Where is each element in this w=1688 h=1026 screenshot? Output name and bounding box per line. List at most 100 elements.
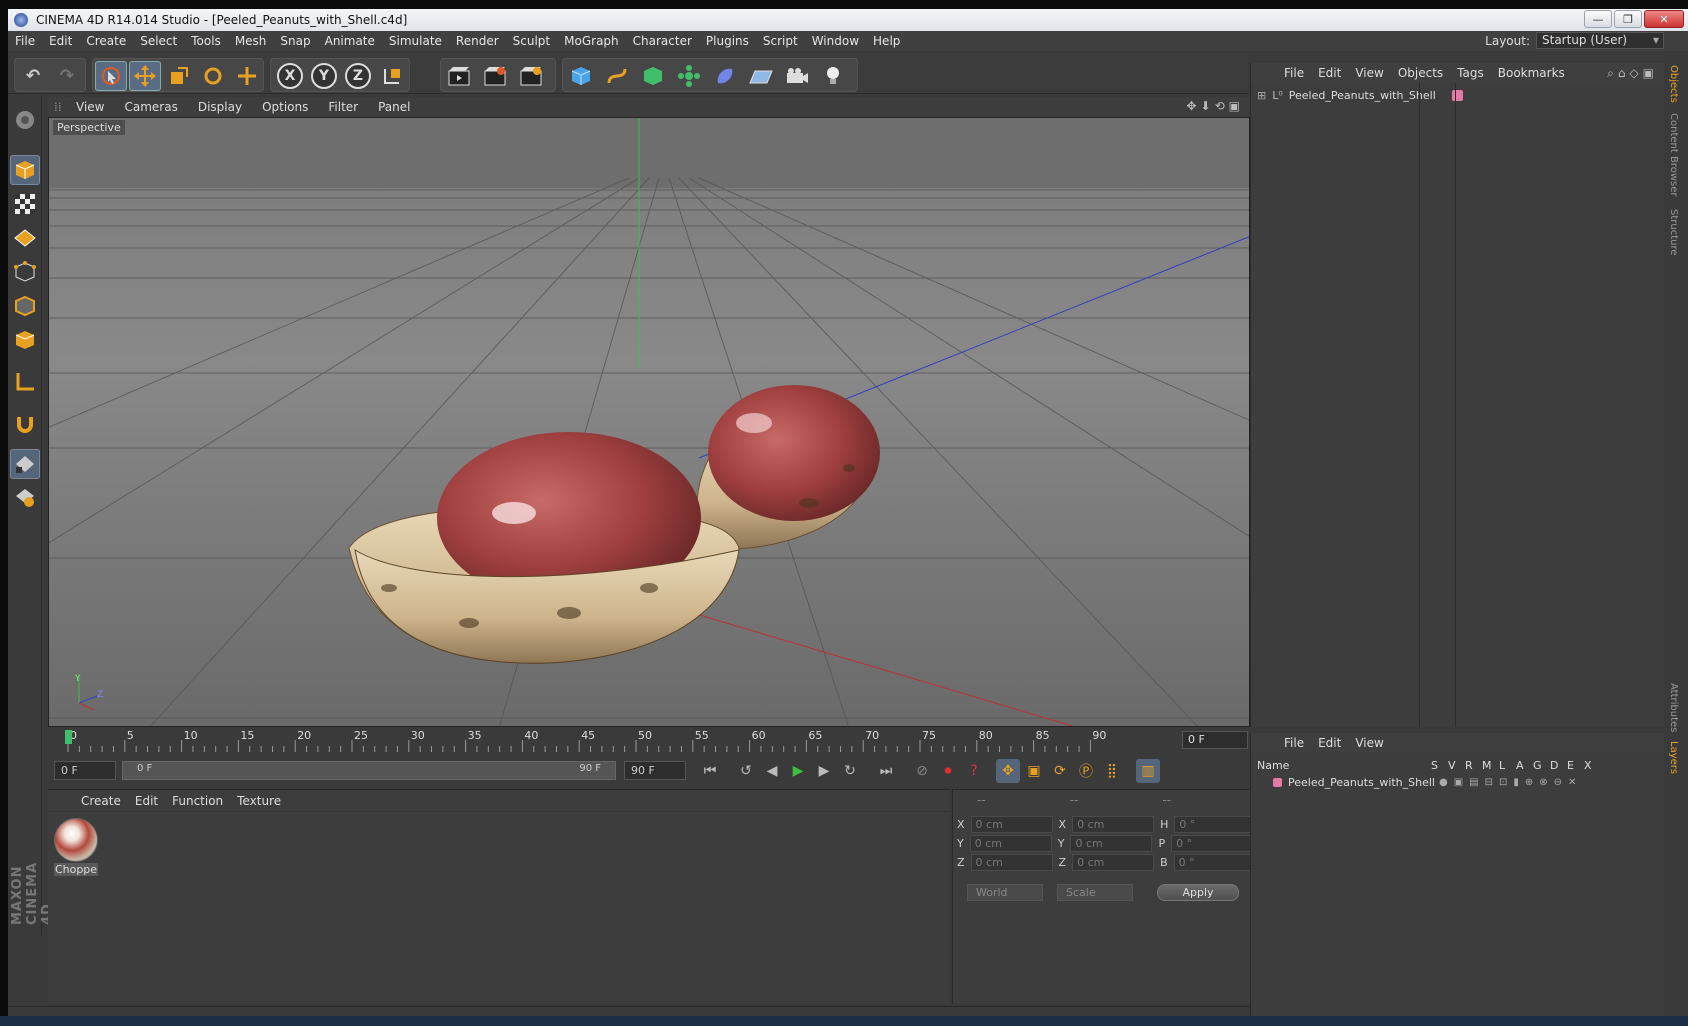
viewport-menu-panel[interactable]: Panel [368,100,420,114]
object-menu-tags[interactable]: Tags [1450,66,1491,80]
viewport-menu-filter[interactable]: Filter [318,100,368,114]
layer-menu-edit[interactable]: Edit [1311,736,1348,750]
layout-select[interactable]: Startup (User) [1536,32,1664,49]
start-frame-field[interactable]: 0 F [54,761,116,780]
tab-structure[interactable]: Structure [1668,209,1679,256]
menu-mesh[interactable]: Mesh [228,34,274,48]
object-menu-view[interactable]: View [1348,66,1390,80]
menu-script[interactable]: Script [756,34,805,48]
material-swatch[interactable]: Choppe [54,818,98,878]
object-menu-file[interactable]: File [1277,66,1311,80]
material-tag-icon[interactable] [1451,90,1463,101]
object-tree-item[interactable]: ⊞ L⁰ Peeled_Peanuts_with_Shell [1257,89,1463,102]
record-keys-icon[interactable]: ⊘ [910,759,934,783]
rotate-tool-icon[interactable] [197,61,229,91]
apply-button[interactable]: Apply [1157,884,1239,901]
key-scale-icon[interactable]: ▣ [1022,759,1046,783]
layer-menu-file[interactable]: File [1277,736,1311,750]
minimize-button[interactable]: — [1584,10,1612,28]
y-axis-lock-button[interactable]: Y [308,61,340,91]
viewport-menu-cameras[interactable]: Cameras [114,100,187,114]
coordinate-system-icon[interactable] [376,61,408,91]
timeline-window-icon[interactable]: ▥ [1136,759,1160,783]
camera-icon[interactable] [781,61,813,91]
model-mode-icon[interactable] [10,155,40,185]
keyframe-selection-icon[interactable]: ? [962,759,986,783]
texture-mode-icon[interactable] [10,189,40,219]
autokey-icon[interactable]: ⏺ [936,759,960,783]
menu-sculpt[interactable]: Sculpt [506,34,557,48]
playhead-marker[interactable] [65,730,72,744]
tab-layers[interactable]: Layers [1668,741,1679,774]
add-tool-icon[interactable] [231,61,263,91]
size-z-field[interactable]: 0 cm [1072,854,1155,871]
key-pla-icon[interactable]: ⣿ [1100,759,1124,783]
current-frame-field[interactable]: 0 F [1182,731,1248,749]
go-to-start-icon[interactable]: ⏮ [698,759,722,783]
material-menu-edit[interactable]: Edit [128,794,165,808]
go-to-end-icon[interactable]: ⏭ [874,759,898,783]
key-parameter-icon[interactable]: Ⓟ [1074,759,1098,783]
menu-select[interactable]: Select [133,34,184,48]
spline-icon[interactable] [601,61,633,91]
close-button[interactable]: ✕ [1644,10,1684,28]
object-menu-bookmarks[interactable]: Bookmarks [1491,66,1572,80]
menu-plugins[interactable]: Plugins [699,34,756,48]
menu-file[interactable]: File [8,34,42,48]
perspective-viewport[interactable]: Perspective Y Z [48,117,1250,727]
material-menu-function[interactable]: Function [165,794,230,808]
menu-tools[interactable]: Tools [184,34,228,48]
edges-mode-icon[interactable] [10,291,40,321]
material-menu-create[interactable]: Create [74,794,128,808]
viewport-menu-view[interactable]: View [66,100,114,114]
previous-frame-icon[interactable]: ◀ [760,759,784,783]
magnet-tweak-icon[interactable] [10,409,40,439]
menu-render[interactable]: Render [449,34,506,48]
nurbs-icon[interactable] [637,61,669,91]
expand-icon[interactable]: ⊞ [1257,89,1266,102]
move-tool-icon[interactable] [129,61,161,91]
menu-create[interactable]: Create [79,34,133,48]
next-key-icon[interactable]: ↻ [838,759,862,783]
layer-toggle-icons[interactable]: ●▣▤⊟⊡▮⊕⊗⊖✕ [1439,777,1582,788]
viewport-camera-label[interactable]: Perspective [53,120,125,135]
render-picture-viewer-icon[interactable] [479,61,511,91]
restore-button[interactable]: ❐ [1614,10,1642,28]
end-frame-field[interactable]: 90 F [624,761,686,780]
make-editable-icon[interactable] [10,105,40,135]
array-icon[interactable] [673,61,705,91]
redo-button[interactable]: ↷ [51,61,83,91]
rotation-b-field[interactable]: 0 ° [1173,854,1256,871]
menu-window[interactable]: Window [805,34,866,48]
rotation-h-field[interactable]: 0 ° [1174,816,1257,833]
key-rotation-icon[interactable]: ⟳ [1048,759,1072,783]
rotation-p-field[interactable]: 0 ° [1171,835,1254,852]
z-axis-lock-button[interactable]: Z [342,61,374,91]
viewport-navigation-icons[interactable]: ✥⬇⟲▣ [1186,99,1244,113]
menu-animate[interactable]: Animate [318,34,382,48]
workplane-mode-icon[interactable] [10,223,40,253]
locked-workplane-icon[interactable] [10,483,40,513]
key-position-icon[interactable]: ✥ [996,759,1020,783]
axis-mode-icon[interactable] [10,367,40,397]
position-x-field[interactable]: 0 cm [970,816,1053,833]
deformer-icon[interactable] [709,61,741,91]
next-frame-icon[interactable]: ▶ [812,759,836,783]
coordinate-mode-dropdown[interactable]: World [967,884,1043,901]
size-x-field[interactable]: 0 cm [1072,816,1155,833]
menu-snap[interactable]: Snap [273,34,317,48]
preview-range-slider[interactable]: 0 F 90 F [122,761,616,780]
play-icon[interactable]: ▶ [786,759,810,783]
position-y-field[interactable]: 0 cm [969,835,1052,852]
tab-objects[interactable]: Objects [1668,65,1679,103]
render-settings-icon[interactable] [515,61,547,91]
cube-primitive-icon[interactable] [565,61,597,91]
menu-edit[interactable]: Edit [42,34,79,48]
transform-type-dropdown[interactable]: Scale [1057,884,1133,901]
position-z-field[interactable]: 0 cm [970,854,1053,871]
floor-icon[interactable] [745,61,777,91]
viewport-menu-display[interactable]: Display [188,100,252,114]
render-view-icon[interactable] [443,61,475,91]
viewport-menu-options[interactable]: Options [252,100,318,114]
menu-simulate[interactable]: Simulate [382,34,449,48]
